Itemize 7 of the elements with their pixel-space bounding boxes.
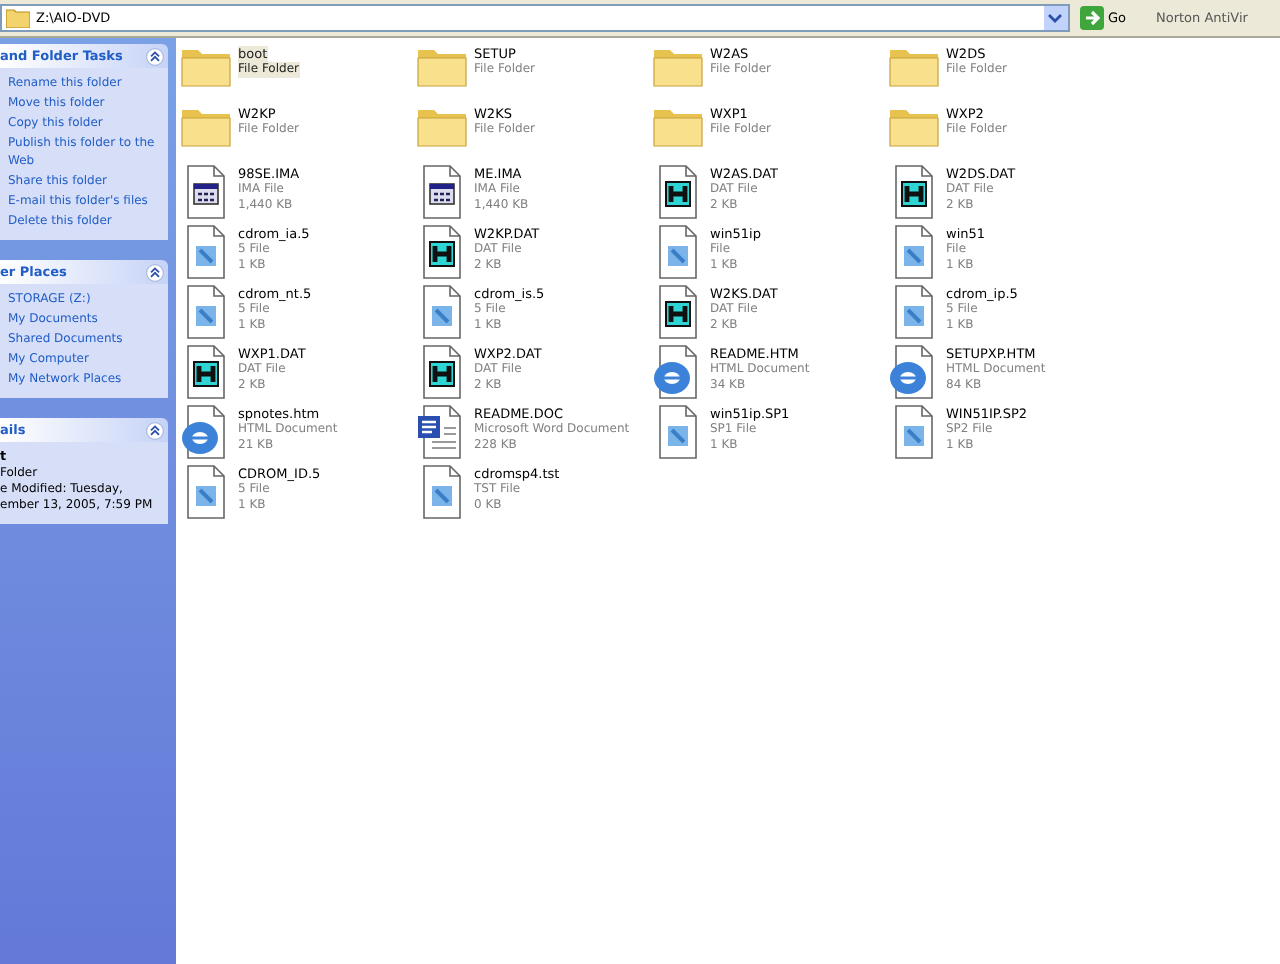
chevron-icon[interactable] bbox=[146, 421, 164, 439]
arrow-icon bbox=[1079, 6, 1104, 30]
chevron-icon[interactable] bbox=[146, 263, 164, 281]
dropdown-button[interactable] bbox=[1043, 6, 1068, 30]
caret-icon bbox=[1048, 13, 1063, 23]
folder-icon bbox=[6, 8, 30, 28]
chevron-icon[interactable] bbox=[146, 47, 164, 65]
